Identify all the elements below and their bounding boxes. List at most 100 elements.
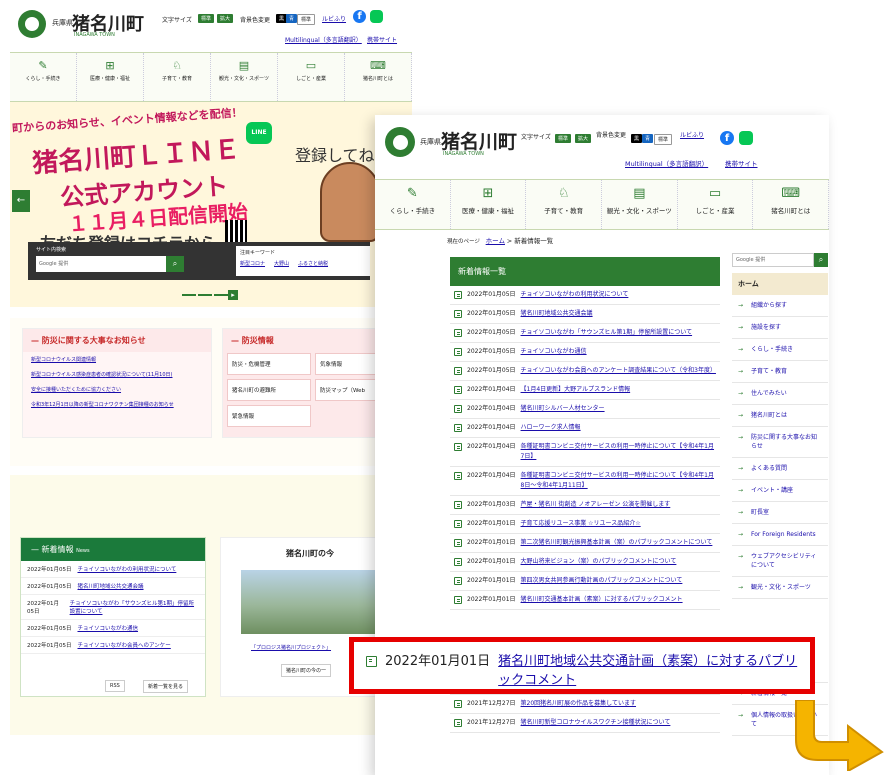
news-link[interactable]: 猪名川町交通基本計画（素案）に対するパブリックコメント: [521, 595, 683, 605]
news-link[interactable]: 猪名川町地域公共交通会議: [521, 309, 593, 319]
nav-item-life[interactable]: ✎ くらし・手続き: [375, 180, 451, 229]
rss-button[interactable]: RSS: [105, 680, 125, 692]
disaster-item[interactable]: 新型コロナウイルス関連情報: [23, 352, 211, 367]
mobile-site-link[interactable]: 携帯サイト: [725, 158, 758, 168]
nav-item-work[interactable]: ▭ しごと・産業: [278, 53, 345, 101]
line-icon[interactable]: [739, 131, 753, 145]
multilingual-link[interactable]: Multilingual（多言語翻訳）: [285, 35, 362, 44]
town-name-en: INAGAWA TOWN: [443, 151, 484, 157]
carousel-dot[interactable]: [182, 294, 196, 296]
font-size-large-button[interactable]: 拡大: [575, 134, 592, 143]
hot-keyword-2[interactable]: 大野山: [274, 260, 289, 267]
carousel-play-button[interactable]: ▸: [228, 290, 238, 300]
nav-item-about[interactable]: ⌨ 猪名川町とは: [753, 180, 829, 229]
news-row: 2022年01月03日 芦屋・猪名川 街創造 ノオアレーゼン 公演を開催します: [450, 496, 720, 515]
bousai-cell[interactable]: 緊急情報: [227, 405, 311, 427]
nav-item-child[interactable]: ♘ 子育て・教育: [526, 180, 603, 229]
news-link[interactable]: 芦屋・猪名川 街創造 ノオアレーゼン 公演を開催します: [521, 500, 671, 510]
news-link[interactable]: 第四次男女共同参画行動計画のパブリックコメントについて: [521, 576, 683, 586]
font-size-standard-button[interactable]: 標準: [198, 14, 215, 23]
news-link[interactable]: 猪名川町新型コロナウイルスワクチン接種状況について: [521, 718, 671, 728]
bg-standard-button[interactable]: 標準: [297, 14, 316, 25]
sidebar-search-input[interactable]: Google 提供: [732, 253, 814, 267]
hot-keyword-3[interactable]: ふるさと納税: [298, 260, 328, 267]
highlighted-news-row[interactable]: 2022年01月01日 猪名川町地域公共交通計画（素案）に対するパブリックコメン…: [349, 637, 815, 694]
now-title: 猪名川町の今: [286, 549, 334, 558]
bgcolor-label: 背景色変更: [596, 132, 627, 139]
disaster-item[interactable]: 安全に接種いただくために協力ください: [23, 382, 211, 397]
sidebar-item[interactable]: → イベント・講座: [732, 480, 828, 502]
news-link[interactable]: 各種証明書コンビニ交付サービスの利用一時停止について【令和4年1月8日～令和4年…: [521, 471, 716, 491]
news-link[interactable]: 第20回猪名川町展の作品を募集しています: [521, 699, 636, 709]
nav-item-work[interactable]: ▭ しごと・産業: [678, 180, 754, 229]
nav-item-child[interactable]: ♘ 子育て・教育: [144, 53, 211, 101]
disaster-item[interactable]: 令和3年12月1日以降の新型コロナワクチン集団接種のお知らせ: [23, 397, 211, 412]
sidebar-item[interactable]: → 町長室: [732, 502, 828, 524]
ruby-link[interactable]: ルビふり: [680, 131, 708, 140]
news-link[interactable]: チョイソコいながわの利用状況について: [521, 290, 629, 300]
ruby-link[interactable]: ルビふり: [322, 14, 346, 23]
mobile-site-link[interactable]: 携帯サイト: [367, 35, 397, 44]
news-title: — 新着情報 News: [21, 538, 205, 561]
sidebar-home[interactable]: ホーム: [732, 273, 828, 295]
line-icon[interactable]: [370, 10, 383, 23]
news-link[interactable]: 猪名川町シルバー人材センター: [521, 404, 605, 414]
news-link[interactable]: チョイソコいながわ通信: [521, 347, 587, 357]
nav-item-health[interactable]: ⊞ 医療・健康・福祉: [77, 53, 144, 101]
news-link[interactable]: 【1月4日更新】大野アルプスランド情報: [521, 385, 631, 395]
news-link[interactable]: チョイソコいながわ会員へのアンケート調査結果について（令和3年度）: [521, 366, 716, 376]
sidebar-item[interactable]: → For Foreign Residents: [732, 524, 828, 546]
bousai-cell[interactable]: 猪名川町の避難所: [227, 379, 311, 401]
sidebar-item[interactable]: → ウェブアクセシビリティについて: [732, 546, 828, 577]
site-search-input[interactable]: Google 提供: [36, 256, 166, 272]
news-date: 2022年01月05日: [467, 329, 516, 336]
breadcrumb-home[interactable]: ホーム: [486, 237, 505, 245]
news-link[interactable]: ハローワーク求人情報: [521, 423, 581, 433]
nav-item-tourism[interactable]: ▤ 観光・文化・スポーツ: [602, 180, 678, 229]
search-icon[interactable]: ⌕: [166, 256, 184, 272]
news-link[interactable]: 子育て応援リユース事業 ☆リユース品紹介☆: [521, 519, 641, 529]
facebook-icon[interactable]: f: [720, 131, 734, 145]
carousel-dot[interactable]: [198, 294, 212, 296]
sidebar-item[interactable]: → 猪名川町とは: [732, 405, 828, 427]
news-row: 2022年01月01日 子育て応援リユース事業 ☆リユース品紹介☆: [450, 515, 720, 534]
sidebar-item[interactable]: → 観光・文化・スポーツ: [732, 577, 828, 599]
nav-item-health[interactable]: ⊞ 医療・健康・福祉: [451, 180, 527, 229]
sidebar-item[interactable]: → 子育て・教育: [732, 361, 828, 383]
facebook-icon[interactable]: f: [353, 10, 366, 23]
bg-standard-button[interactable]: 標準: [654, 134, 673, 145]
hero-banner[interactable]: 町からのお知らせ、イベント情報などを配信！ 猪名川町ＬＩＮＥ LINE 公式アカ…: [10, 102, 412, 307]
sidebar-item[interactable]: → 防災に関する大事なお知らせ: [732, 427, 828, 458]
sidebar-item[interactable]: → 施設を探す: [732, 317, 828, 339]
disaster-item[interactable]: 新型コロナウイルス感染症患者の確認状況について(11月10日): [23, 367, 211, 382]
sidebar-item[interactable]: → 住んでみたい: [732, 383, 828, 405]
news-more-button[interactable]: 新着一覧を見る: [143, 680, 189, 693]
sidebar-item[interactable]: → 組織から探す: [732, 295, 828, 317]
font-size-standard-button[interactable]: 標準: [555, 134, 572, 143]
nav-item-life[interactable]: ✎ くらし・手続き: [10, 53, 77, 101]
hot-keyword-1[interactable]: 新型コロナ: [240, 260, 265, 267]
news-link[interactable]: 大野山将来ビジョン（案）のパブリックコメントについて: [521, 557, 677, 567]
bg-black-button[interactable]: 黒: [631, 134, 643, 143]
nav-item-tourism[interactable]: ▤ 観光・文化・スポーツ: [211, 53, 278, 101]
sidebar-item-label: For Foreign Residents: [751, 531, 816, 538]
nav-item-about[interactable]: ⌨ 猪名川町とは: [345, 53, 412, 101]
keyboard-icon: ⌨: [781, 186, 801, 201]
sidebar-item[interactable]: → くらし・手続き: [732, 339, 828, 361]
news-link[interactable]: 第二次猪名川町観光振興基本計画（案）のパブリックコメントについて: [521, 538, 713, 548]
bg-blue-button[interactable]: 青: [286, 14, 298, 23]
font-size-large-button[interactable]: 拡大: [217, 14, 234, 23]
now-caption[interactable]: 「プロロジス猪名川プロジェクト」: [251, 644, 331, 651]
sidebar-item[interactable]: → よくある質問: [732, 458, 828, 480]
multilingual-link[interactable]: Multilingual（多言語翻訳）: [625, 158, 708, 168]
document-icon: [454, 719, 462, 727]
highlight-link[interactable]: 猪名川町地域公共交通計画（素案）に対するパブリックコメント: [498, 652, 798, 690]
bg-blue-button[interactable]: 青: [642, 134, 654, 143]
bousai-cell[interactable]: 防災・危機管理: [227, 353, 311, 375]
carousel-prev-button[interactable]: ←: [12, 190, 30, 212]
search-icon[interactable]: ⌕: [814, 253, 828, 267]
now-more-button[interactable]: 猪名川町の今の一: [281, 664, 332, 677]
news-link[interactable]: 各種証明書コンビニ交付サービスの利用一時停止について【令和4年1月7日】: [521, 442, 716, 462]
news-link[interactable]: チョイソコいながわ「サウンズヒル第1期」停留所設置について: [521, 328, 693, 338]
carousel-dot[interactable]: [214, 294, 228, 296]
